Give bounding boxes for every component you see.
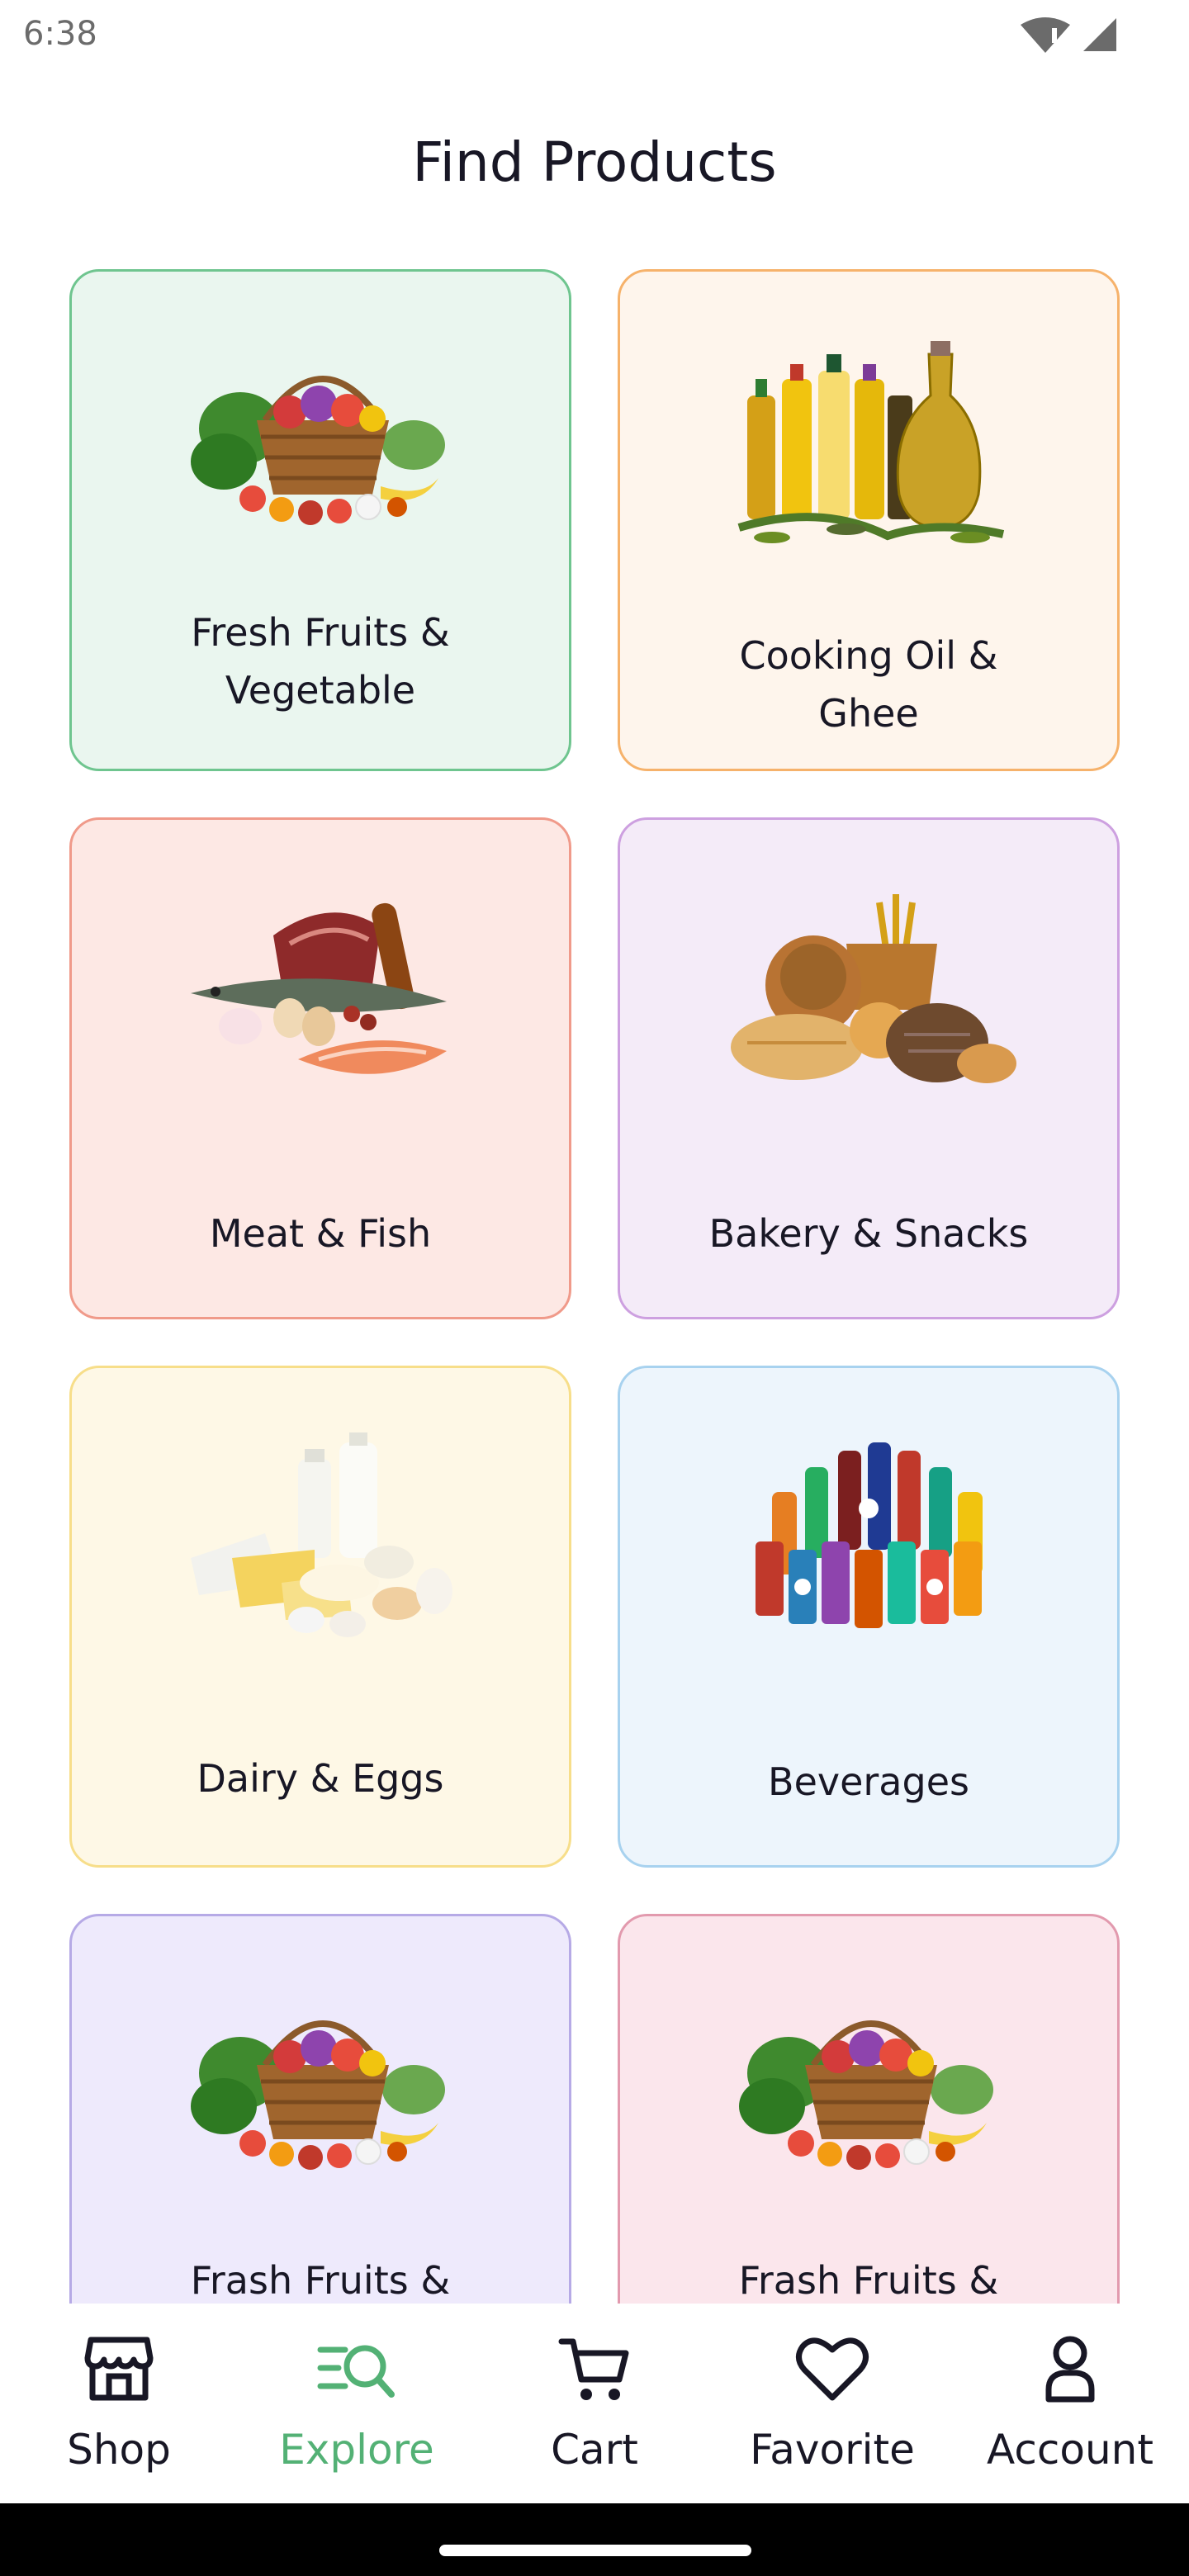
heart-icon xyxy=(796,2337,869,2401)
category-card-cooking-oil[interactable]: Cooking Oil & Ghee xyxy=(618,269,1120,771)
category-card-fresh-fruits[interactable]: Fresh Fruits & Vegetable xyxy=(69,269,571,771)
category-card-frash-fruits-2[interactable]: Frash Fruits & xyxy=(618,1914,1120,2304)
nav-item-account[interactable]: Account xyxy=(951,2328,1189,2493)
status-icons xyxy=(1019,17,1118,53)
bottom-nav: Shop Explore Cart Favorite Account xyxy=(0,2304,1189,2502)
cart-icon xyxy=(558,2338,629,2400)
category-card-frash-fruits-1[interactable]: Frash Fruits & xyxy=(69,1914,571,2304)
fruit-basket-image xyxy=(191,376,445,525)
nav-label: Cart xyxy=(551,2426,638,2474)
nav-label: Account xyxy=(987,2426,1153,2474)
nav-item-cart[interactable]: Cart xyxy=(476,2328,713,2493)
shop-icon xyxy=(84,2337,154,2401)
account-icon xyxy=(1045,2336,1095,2403)
nav-item-shop[interactable]: Shop xyxy=(0,2328,238,2493)
nav-item-explore[interactable]: Explore xyxy=(238,2328,476,2493)
status-bar: 6:38 xyxy=(0,0,1189,73)
nav-label: Favorite xyxy=(750,2426,915,2474)
wifi-icon xyxy=(1021,17,1070,53)
category-label: Fresh Fruits & Vegetable xyxy=(191,610,450,713)
meat-fish-image xyxy=(191,902,447,1074)
category-card-dairy-eggs[interactable]: Dairy & Eggs xyxy=(69,1366,571,1868)
category-label: Cooking Oil & Ghee xyxy=(739,633,998,736)
dairy-eggs-image xyxy=(191,1432,452,1637)
category-label: Dairy & Eggs xyxy=(197,1756,444,1801)
category-card-meat-fish[interactable]: Meat & Fish xyxy=(69,817,571,1319)
category-label: Frash Fruits & xyxy=(190,2258,451,2303)
system-gesture-bar xyxy=(0,2503,1189,2576)
oil-bottles-image xyxy=(737,341,1005,543)
category-label: Meat & Fish xyxy=(209,1211,432,1256)
nav-label: Explore xyxy=(279,2426,434,2474)
status-time: 6:38 xyxy=(23,15,97,53)
beverages-image xyxy=(756,1442,983,1628)
fruit-basket-image xyxy=(739,2020,993,2170)
category-label: Frash Fruits & xyxy=(738,2258,999,2303)
explore-icon xyxy=(317,2345,395,2398)
bakery-image xyxy=(731,894,1016,1083)
category-grid[interactable]: Fresh Fruits & Vegetable Cooking Oil & G… xyxy=(0,248,1189,2304)
cellular-signal-icon xyxy=(1083,18,1116,51)
category-card-beverages[interactable]: Beverages xyxy=(618,1366,1120,1868)
nav-item-favorite[interactable]: Favorite xyxy=(713,2328,951,2493)
category-card-bakery-snacks[interactable]: Bakery & Snacks xyxy=(618,817,1120,1319)
page-title: Find Products xyxy=(412,130,777,194)
nav-label: Shop xyxy=(67,2426,171,2474)
category-label: Beverages xyxy=(768,1759,969,1804)
fruit-basket-image xyxy=(191,2020,445,2170)
home-indicator[interactable] xyxy=(439,2545,751,2556)
category-label: Bakery & Snacks xyxy=(708,1211,1029,1256)
